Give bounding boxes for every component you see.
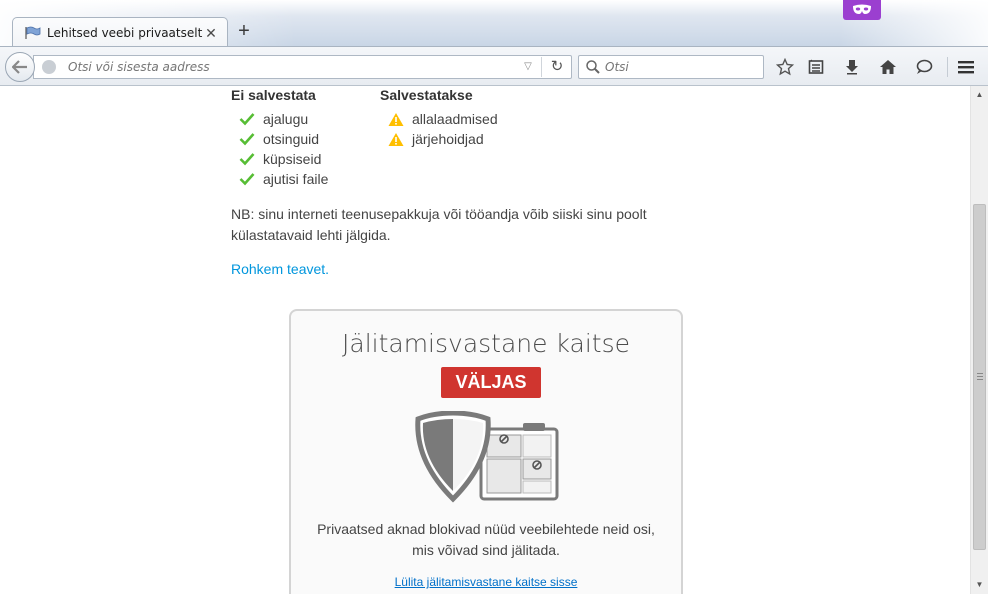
checkmark-icon	[239, 131, 255, 147]
scroll-down-arrow-icon[interactable]: ▼	[971, 578, 988, 592]
bookmark-star-button[interactable]	[773, 55, 797, 79]
mask-icon	[853, 4, 871, 14]
home-button[interactable]	[876, 55, 900, 79]
saved-item: allalaadmised	[412, 111, 498, 127]
not-saved-item: ajutisi faile	[263, 171, 329, 187]
checkmark-icon	[239, 171, 255, 187]
not-saved-heading: Ei salvestata	[231, 87, 316, 103]
new-tab-button[interactable]: +	[233, 20, 255, 42]
downloads-button[interactable]	[840, 55, 864, 79]
list-item: otsinguid	[239, 129, 319, 149]
url-history-dropdown-icon[interactable]: ▽	[521, 60, 535, 74]
list-item: küpsiseid	[239, 149, 321, 169]
shield-tracking-illustration	[415, 411, 559, 503]
reload-button[interactable]: ↻	[546, 57, 568, 77]
hamburger-menu-icon	[958, 61, 974, 74]
isp-warning-note: NB: sinu interneti teenusepakkuja või tö…	[231, 206, 647, 243]
checkmark-icon	[239, 111, 255, 127]
url-input[interactable]	[68, 60, 508, 74]
not-saved-item: küpsiseid	[263, 151, 322, 167]
private-favicon-icon	[25, 26, 41, 40]
list-item: allalaadmised	[388, 109, 498, 129]
site-identity-icon[interactable]	[42, 60, 56, 74]
tab-title: Lehitsed veebi privaatselt	[47, 25, 203, 40]
description-line: mis võivad sind jälitada.	[412, 542, 560, 558]
tracking-protection-card: Jälitamisvastane kaitse VÄLJAS Privaatse…	[289, 309, 683, 594]
tracking-protection-description: Privaatsed aknad blokivad nüüd veebileht…	[291, 519, 681, 561]
url-bar[interactable]: ▽ ↻	[33, 55, 572, 79]
learn-more-link[interactable]: Rohkem teavet.	[231, 261, 329, 277]
scrollbar-thumb[interactable]	[973, 204, 986, 550]
chat-button[interactable]	[912, 55, 936, 79]
search-input[interactable]	[605, 60, 755, 74]
tracking-status-badge: VÄLJAS	[441, 367, 541, 398]
warning-icon	[388, 131, 404, 147]
warning-icon	[388, 111, 404, 127]
tab-close-icon[interactable]: ✕	[203, 25, 219, 41]
bookmarks-list-icon	[808, 59, 824, 74]
list-item: ajutisi faile	[239, 169, 328, 189]
bookmarks-menu-button[interactable]	[804, 55, 828, 79]
private-browsing-page: Ei salvestata Salvestatakse ajalugu otsi…	[0, 86, 970, 594]
back-arrow-icon	[12, 60, 27, 74]
private-browsing-indicator	[843, 0, 881, 20]
scrollbar-grip-icon	[977, 373, 983, 380]
list-item: ajalugu	[239, 109, 308, 129]
tab-private-browsing[interactable]: Lehitsed veebi privaatselt ✕	[12, 17, 228, 47]
speech-bubble-icon	[916, 59, 933, 74]
search-bar[interactable]	[578, 55, 764, 79]
scroll-up-arrow-icon[interactable]: ▲	[971, 88, 988, 102]
home-icon	[880, 60, 896, 74]
list-item: järjehoidjad	[388, 129, 484, 149]
saved-heading: Salvestatakse	[380, 87, 473, 103]
tracking-protection-title: Jälitamisvastane kaitse	[342, 329, 630, 358]
url-bar-separator	[541, 57, 542, 77]
description-line: Privaatsed aknad blokivad nüüd veebileht…	[317, 521, 655, 537]
star-icon	[776, 58, 794, 76]
back-button[interactable]	[5, 52, 35, 82]
toolbar-separator	[947, 57, 948, 77]
not-saved-item: otsinguid	[263, 131, 320, 147]
not-saved-item: ajalugu	[263, 111, 309, 127]
saved-item: järjehoidjad	[412, 131, 484, 147]
enable-tracking-protection-link[interactable]: Lülita jälitamisvastane kaitse sisse	[291, 575, 681, 589]
navigation-bar: ▽ ↻	[0, 46, 988, 86]
search-icon	[586, 60, 600, 74]
menu-button[interactable]	[954, 55, 978, 79]
checkmark-icon	[239, 151, 255, 167]
vertical-scrollbar[interactable]: ▲ ▼	[970, 86, 988, 594]
download-arrow-icon	[846, 60, 858, 75]
